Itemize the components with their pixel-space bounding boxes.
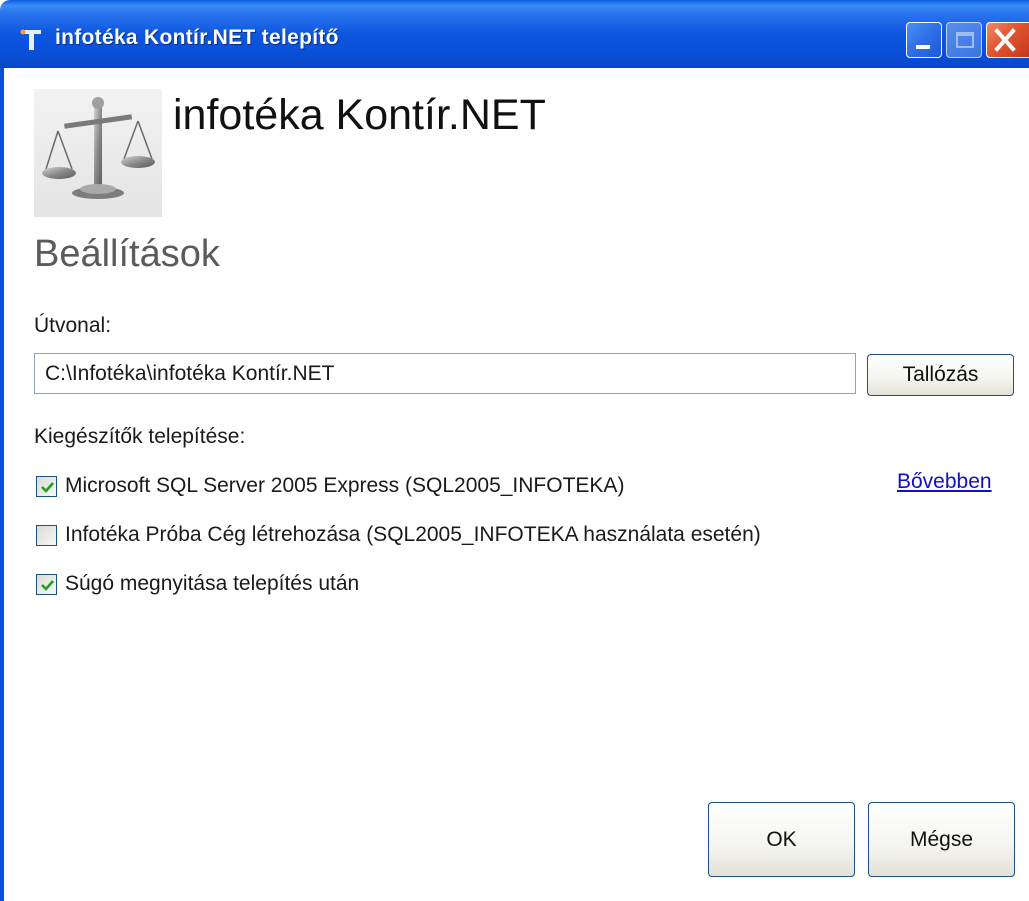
more-info-link[interactable]: Bővebben [897,470,992,494]
demo-company-option[interactable]: Infotéka Próba Cég létrehozása (SQL2005_… [36,523,761,547]
cancel-button[interactable]: Mégse [868,802,1015,877]
close-button[interactable] [986,22,1029,58]
minimize-button[interactable] [906,22,942,58]
installer-window: infotéka Kontír.NET telepítő infotéka Ko… [0,0,1029,901]
check-icon [41,579,54,591]
browse-button[interactable]: Tallózás [867,354,1014,396]
sql-server-checkbox[interactable] [36,475,57,497]
window-frame [0,68,4,901]
maximize-button[interactable] [946,22,982,58]
check-icon [41,481,54,493]
addons-label: Kiegészítők telepítése: [34,425,246,448]
demo-company-label: Infotéka Próba Cég létrehozása (SQL2005_… [65,523,761,546]
scales-icon [42,97,155,199]
sql-server-label: Microsoft SQL Server 2005 Express (SQL20… [65,474,625,497]
maximize-icon [956,32,974,48]
open-help-checkbox[interactable] [36,573,57,595]
app-icon [20,29,41,50]
product-logo [34,89,162,217]
open-help-label: Súgó megnyitása telepítés után [65,572,360,595]
minimize-icon [916,45,930,49]
install-path-input[interactable]: C:\Infotéka\infotéka Kontír.NET [34,353,856,394]
ok-button[interactable]: OK [708,802,855,877]
close-icon [994,28,1016,52]
path-label: Útvonal: [34,314,112,337]
product-title: infotéka Kontír.NET [173,91,546,139]
window-title: infotéka Kontír.NET telepítő [55,26,339,49]
open-help-option[interactable]: Súgó megnyitása telepítés után [36,572,359,596]
title-bar[interactable]: infotéka Kontír.NET telepítő [0,0,1029,68]
demo-company-checkbox[interactable] [36,524,57,546]
sql-server-option[interactable]: Microsoft SQL Server 2005 Express (SQL20… [36,474,624,498]
section-title: Beállítások [34,233,220,275]
